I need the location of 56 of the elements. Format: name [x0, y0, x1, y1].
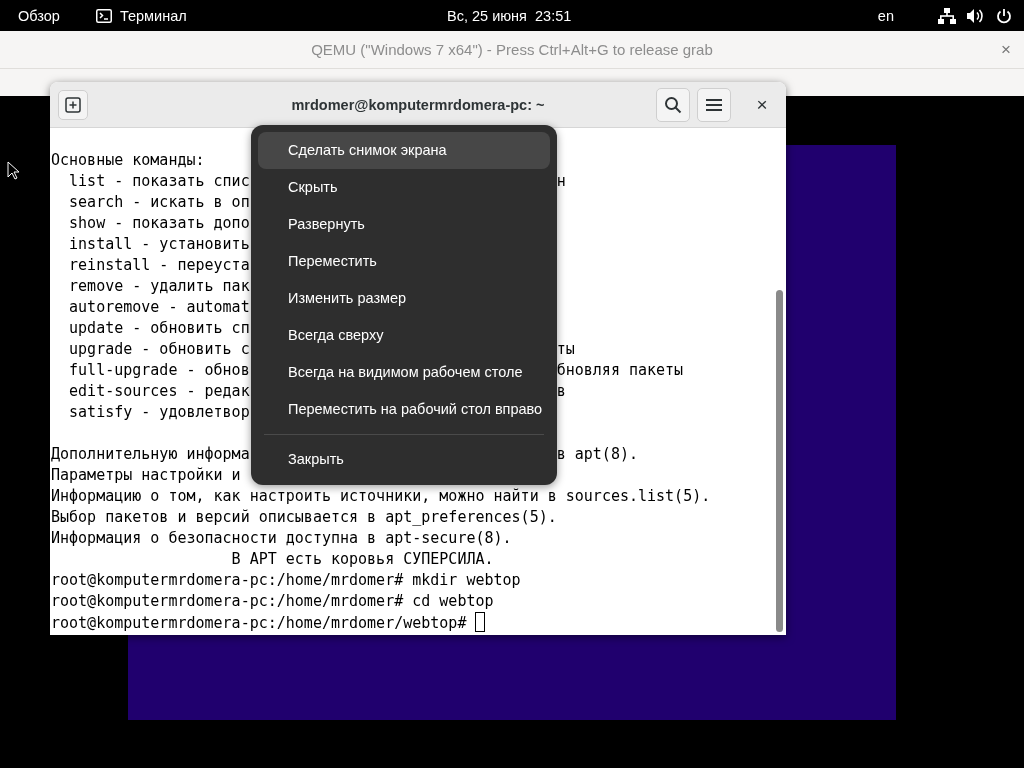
terminal-line: root@komputermrdomera-pc:/home/mrdomer/webtop# — [51, 612, 486, 634]
terminal-line: show - показать допо — [68, 213, 250, 234]
terminal-line: autoremove - automat — [68, 297, 250, 318]
search-icon — [664, 95, 682, 114]
mouse-pointer-icon — [7, 161, 19, 180]
terminal-line: Выбор пакетов и версий описывается в apt_preferences(5). — [51, 507, 557, 528]
volume-icon[interactable] — [967, 7, 985, 24]
terminal-line: бновляя пакеты — [556, 360, 684, 381]
activities-button[interactable]: Обзор — [18, 7, 60, 24]
menu-button[interactable] — [697, 87, 731, 122]
clock[interactable]: Вс, 25 июня 23:51 — [447, 7, 572, 24]
close-button[interactable]: × — [750, 92, 774, 117]
terminal-line: Дополнительную информа — [51, 444, 250, 465]
app-menu-button[interactable]: Терминал — [95, 7, 187, 24]
terminal-line: в — [556, 381, 566, 402]
terminal-line: root@komputermrdomera-pc:/home/mrdomer# cd webtop — [51, 591, 494, 612]
plus-icon — [65, 96, 81, 113]
terminal-line: Основные команды: — [51, 150, 205, 171]
window-title: QEMU ("Windows 7 x64") - Press Ctrl+Alt+G to release grab — [311, 41, 713, 58]
keyboard-layout[interactable]: en — [877, 7, 894, 24]
terminal-line: satisfy - удовлетвор — [68, 402, 250, 423]
terminal-icon — [95, 8, 112, 23]
terminal-line: remove - удалить пак — [68, 276, 250, 297]
menu-item[interactable]: Развернуть — [258, 206, 550, 243]
terminal-line: full-upgrade - обнов — [68, 360, 250, 381]
new-tab-button[interactable] — [58, 89, 88, 120]
terminal-line: reinstall - переуста — [68, 255, 250, 276]
window-title: mrdomer@komputermrdomera-pc: ~ — [291, 96, 545, 113]
terminal-line: В APT есть коровья СУПЕРСИЛА. — [230, 549, 494, 570]
menu-item[interactable]: Скрыть — [258, 169, 550, 206]
menu-item[interactable]: Всегда сверху — [258, 317, 550, 354]
network-icon[interactable] — [938, 7, 956, 24]
terminal-line: upgrade - обновить с — [68, 339, 250, 360]
search-button[interactable] — [656, 87, 690, 122]
terminal-line: в apt(8). — [556, 444, 638, 465]
menu-item[interactable]: Переместить — [258, 243, 550, 280]
terminal-line: update - обновить сп — [68, 318, 250, 339]
terminal-line: install - установить — [68, 234, 250, 255]
terminal-line: н — [556, 171, 566, 192]
terminal-line: search - искать в оп — [68, 192, 250, 213]
terminal-line: root@komputermrdomera-pc:/home/mrdomer# mkdir webtop — [51, 570, 521, 591]
menu-item[interactable]: Всегда на видимом рабочем столе — [258, 354, 550, 391]
menu-item[interactable]: Изменить размер — [258, 280, 550, 317]
terminal-line: Информацию о том, как настроить источники, можно найти в sources.list(5). — [51, 486, 711, 507]
menu-icon — [706, 97, 722, 112]
terminal-line: edit-sources - редак — [68, 381, 250, 402]
terminal-line: list - показать спис — [68, 171, 250, 192]
menu-item[interactable]: Закрыть — [258, 441, 550, 478]
menu-item[interactable]: Переместить на рабочий стол вправо — [258, 391, 550, 428]
terminal-line: Параметры настройки и — [51, 465, 241, 486]
terminal-line: ты — [556, 339, 575, 360]
menu-item[interactable]: Сделать снимок экрана — [258, 132, 550, 169]
power-icon[interactable] — [996, 7, 1012, 24]
scrollbar[interactable] — [776, 290, 783, 632]
terminal-line: Информация о безопасности доступна в apt-secure(8). — [51, 528, 512, 549]
close-button[interactable]: × — [1001, 39, 1011, 60]
